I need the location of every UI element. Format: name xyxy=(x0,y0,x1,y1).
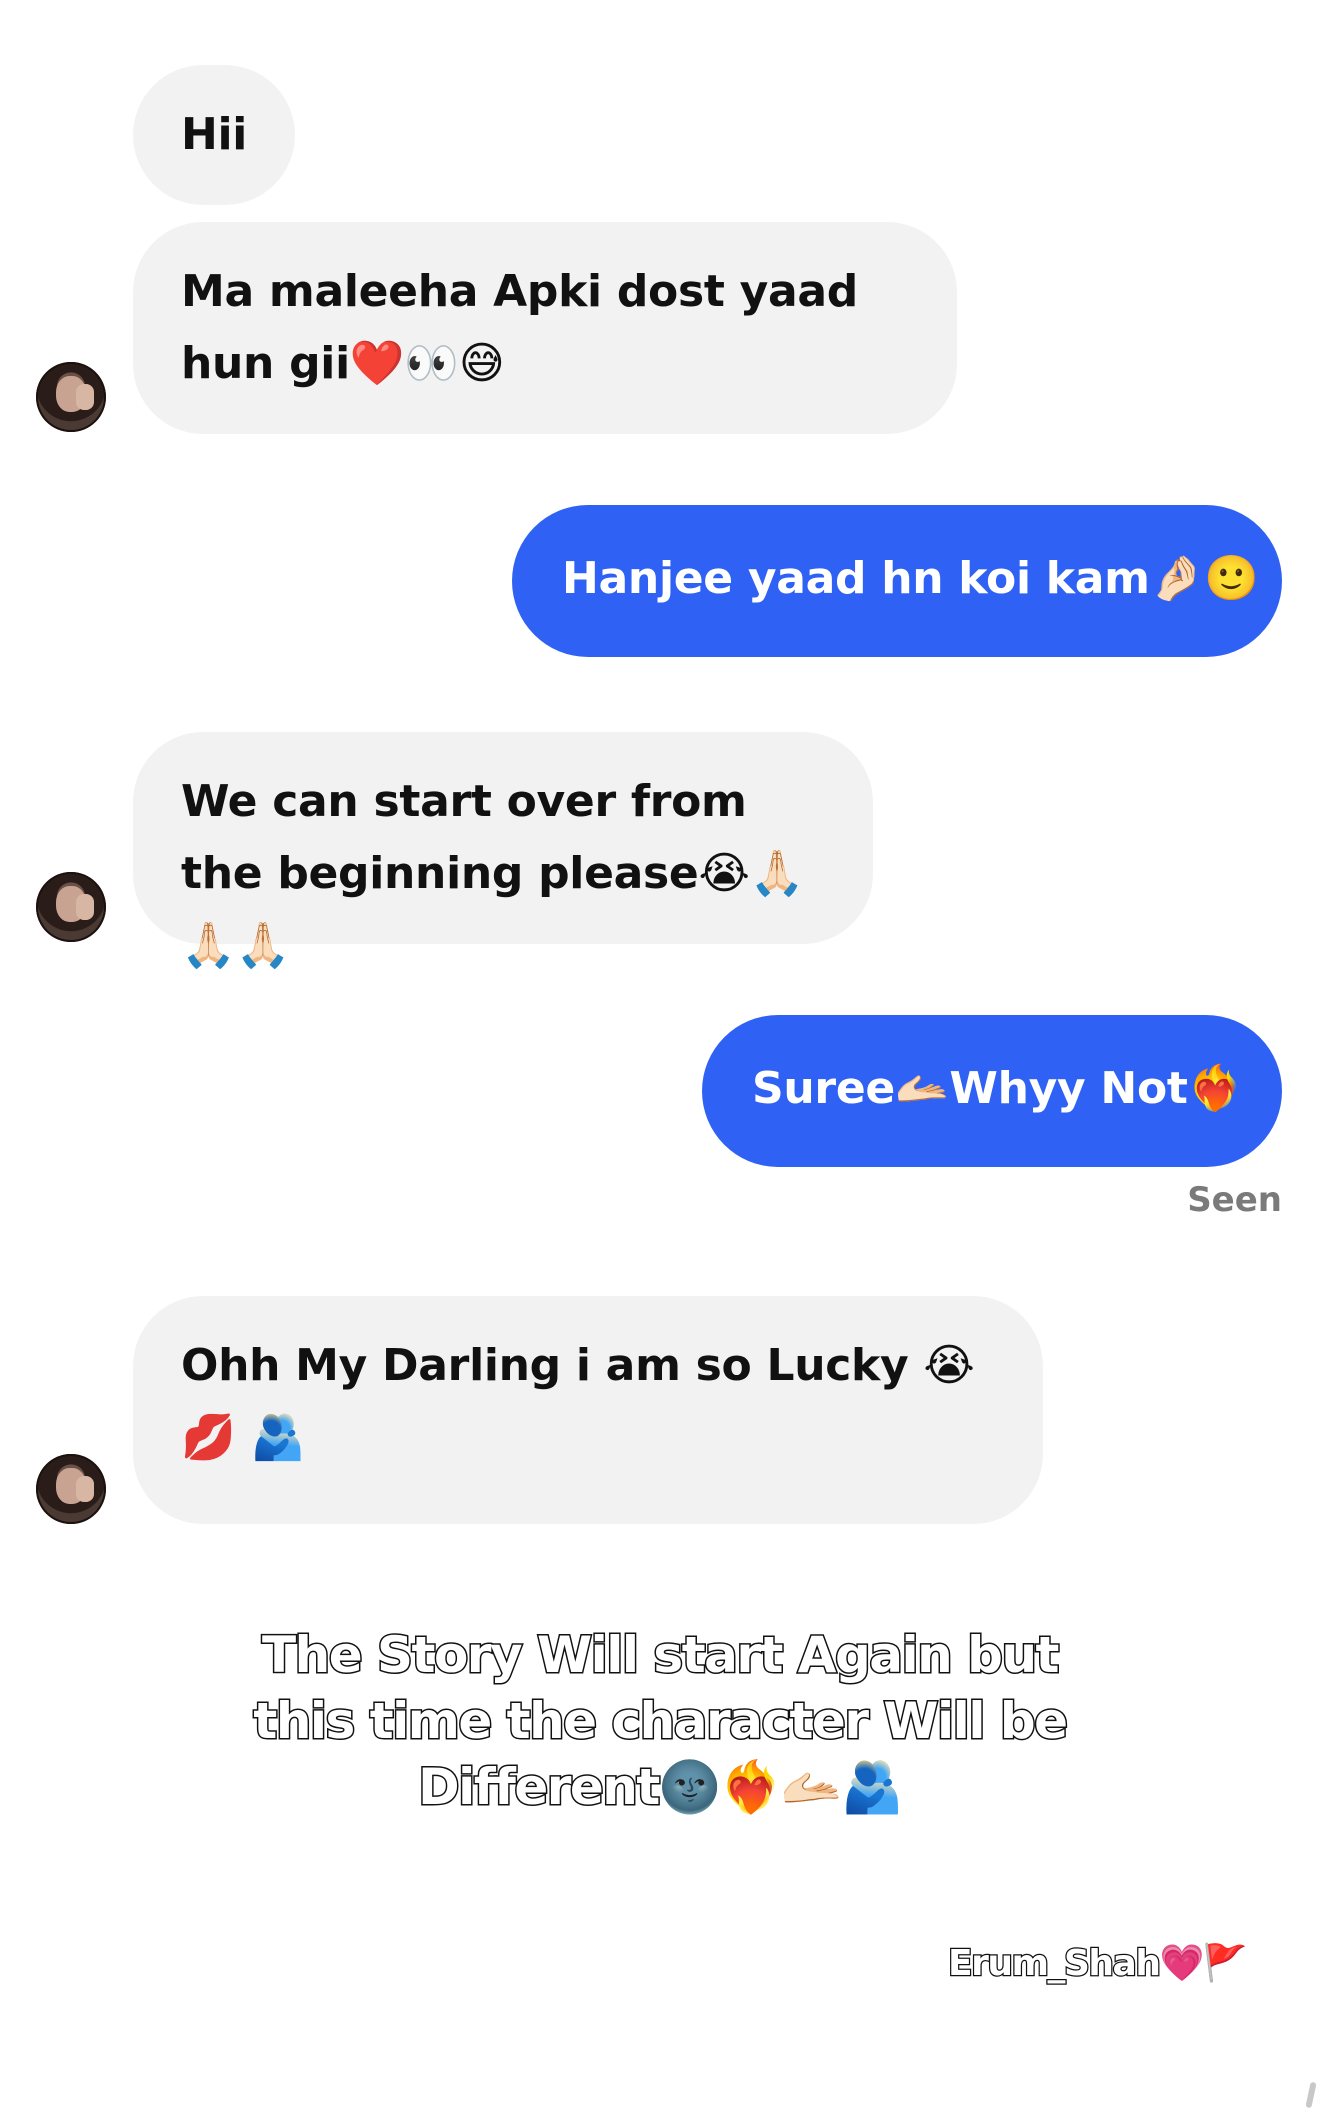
story-caption-overlay: The Story Will start Again but this time… xyxy=(252,1625,1070,1818)
message-bubble-incoming[interactable]: Ma maleeha Apki dost yaad hun gii❤️👀😅 xyxy=(133,222,957,434)
message-bubble-incoming[interactable]: Hii xyxy=(133,65,296,205)
message-bubble-outgoing[interactable]: Suree🫴🏻Whyy Not❤️‍🔥 xyxy=(702,1015,1282,1167)
avatar-hand xyxy=(76,1476,94,1502)
message-bubble-incoming[interactable]: We can start over from the beginning ple… xyxy=(133,732,873,971)
message-bubble-incoming[interactable]: Ohh My Darling i am so Lucky 😭💋 🫂 xyxy=(133,1296,1043,1524)
seen-status: Seen xyxy=(1187,1180,1282,1220)
avatar-hand xyxy=(76,894,94,920)
author-signature: Erum_Shah💗🚩 xyxy=(947,1942,1249,1986)
sender-avatar[interactable] xyxy=(36,872,106,942)
sender-avatar[interactable] xyxy=(36,362,106,432)
sender-avatar[interactable] xyxy=(36,1454,106,1524)
corner-mark xyxy=(1305,2081,1317,2109)
avatar-hand xyxy=(76,384,94,410)
message-bubble-outgoing[interactable]: Hanjee yaad hn koi kam🤌🏻🙂 xyxy=(512,505,1282,657)
